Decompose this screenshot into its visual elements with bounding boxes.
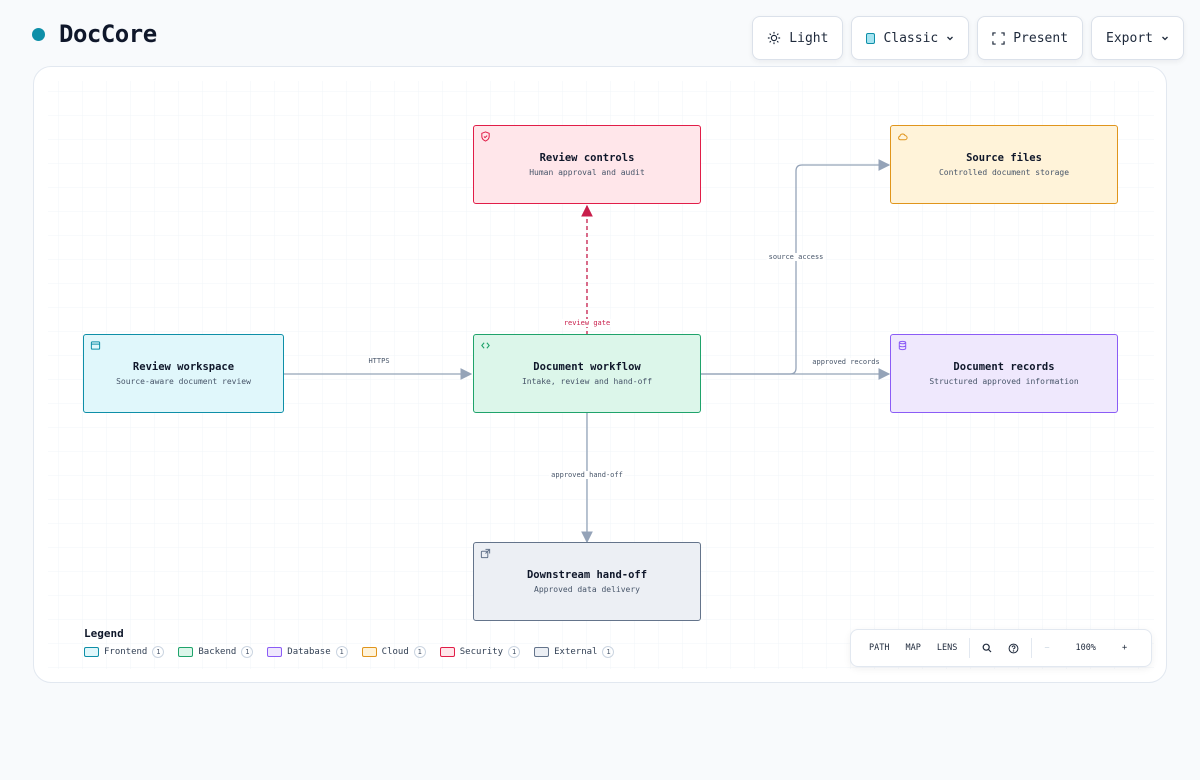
path-button[interactable]: PATH <box>861 630 897 666</box>
legend-label: Database <box>287 647 331 657</box>
help-icon <box>1008 643 1019 653</box>
node-title: Review controls <box>539 152 635 164</box>
chevron-down-icon <box>947 36 954 41</box>
legend-swatch <box>178 647 194 657</box>
node-downstream-handoff[interactable]: Downstream hand-off Approved data delive… <box>473 542 701 621</box>
database-icon <box>898 340 907 351</box>
node-title: Downstream hand-off <box>526 569 648 581</box>
search-button[interactable] <box>974 630 1000 666</box>
edge-label-https: HTTPS <box>366 357 392 365</box>
export-label: Export <box>1106 30 1153 46</box>
zoom-level: 100% <box>1075 643 1096 653</box>
brand-dot <box>32 27 45 41</box>
node-subtitle: Controlled document storage <box>938 168 1070 177</box>
node-review-controls[interactable]: Review controls Human approval and audit <box>473 125 701 204</box>
node-subtitle: Human approval and audit <box>529 168 645 177</box>
legend-title: Legend <box>84 627 124 640</box>
search-icon <box>982 643 992 653</box>
map-button[interactable]: MAP <box>897 630 928 666</box>
style-select-button[interactable]: Classic <box>851 16 970 60</box>
node-review-workspace[interactable]: Review workspace Source-aware document r… <box>83 334 284 413</box>
sun-icon <box>768 31 781 45</box>
node-title: Review workspace <box>132 361 235 373</box>
chevron-down-icon <box>1162 36 1168 41</box>
node-subtitle: Approved data delivery <box>534 585 640 594</box>
present-button[interactable]: Present <box>977 16 1084 60</box>
external-link-icon <box>480 548 491 559</box>
legend-swatch <box>84 647 99 657</box>
node-title: Source files <box>966 152 1042 164</box>
fullscreen-icon <box>992 31 1005 45</box>
legend-count: 1 <box>241 646 254 658</box>
legend-item-backend[interactable]: Backend 1 <box>178 646 254 658</box>
toolbar: Light Classic Present Export <box>752 16 1184 60</box>
legend-item-external[interactable]: External 1 <box>534 646 615 658</box>
legend-item-security[interactable]: Security 1 <box>439 646 521 658</box>
edge-label-approved-records: approved records <box>810 358 882 366</box>
legend-label: Cloud <box>381 647 409 657</box>
legend-label: Backend <box>198 647 237 657</box>
legend-item-database[interactable]: Database 1 <box>267 646 348 658</box>
cloud-icon <box>898 133 908 141</box>
legend-count: 1 <box>152 646 165 658</box>
help-button[interactable] <box>1000 630 1027 666</box>
node-document-records[interactable]: Document records Structured approved inf… <box>890 334 1118 413</box>
shield-icon <box>481 131 490 142</box>
node-subtitle: Structured approved information <box>929 377 1079 386</box>
legend-label: Security <box>459 647 504 657</box>
legend-count: 1 <box>508 646 521 658</box>
view-controls: PATH MAP LENS − 100% + <box>850 629 1152 667</box>
node-title: Document records <box>953 361 1055 373</box>
theme-toggle-button[interactable]: Light <box>752 16 844 60</box>
present-label: Present <box>1013 30 1069 46</box>
legend-item-cloud[interactable]: Cloud 1 <box>361 646 426 658</box>
legend-count: 1 <box>413 646 426 658</box>
export-button[interactable]: Export <box>1091 16 1184 60</box>
node-subtitle: Intake, review and hand-off <box>521 377 653 386</box>
style-select-label: Classic <box>883 30 939 46</box>
divider <box>1031 638 1033 658</box>
divider <box>969 638 971 658</box>
legend-count: 1 <box>602 646 615 658</box>
legend-label: External <box>554 647 598 657</box>
legend-swatch <box>361 647 377 657</box>
lens-button[interactable]: LENS <box>929 630 965 666</box>
edge-label-review-gate: review gate <box>561 319 613 327</box>
legend-swatch <box>534 647 550 657</box>
legend: Legend Frontend 1 Backend 1 Database 1 C… <box>84 627 615 658</box>
legend-swatch <box>267 647 283 657</box>
app-title: DocCore <box>59 20 157 48</box>
legend-label: Frontend <box>104 647 148 657</box>
node-title: Document workflow <box>533 361 641 373</box>
edge-label-source-access: source access <box>766 253 826 261</box>
legend-count: 1 <box>335 646 348 658</box>
legend-item-frontend[interactable]: Frontend 1 <box>84 646 165 658</box>
diagram-canvas[interactable]: Review controls Human approval and audit… <box>33 66 1167 683</box>
zoom-in-button[interactable]: + <box>1114 630 1135 666</box>
node-document-workflow[interactable]: Document workflow Intake, review and han… <box>473 334 701 413</box>
theme-toggle-label: Light <box>789 30 829 46</box>
zoom-out-button[interactable]: − <box>1036 630 1057 666</box>
node-subtitle: Source-aware document review <box>116 377 251 386</box>
brand: DocCore <box>32 20 157 48</box>
style-swatch <box>866 32 876 44</box>
edge-label-approved-handoff: approved hand-off <box>549 471 625 479</box>
code-brackets-icon <box>481 342 490 349</box>
browser-window-icon <box>90 341 101 350</box>
legend-swatch <box>439 647 455 657</box>
node-source-files[interactable]: Source files Controlled document storage <box>890 125 1118 204</box>
